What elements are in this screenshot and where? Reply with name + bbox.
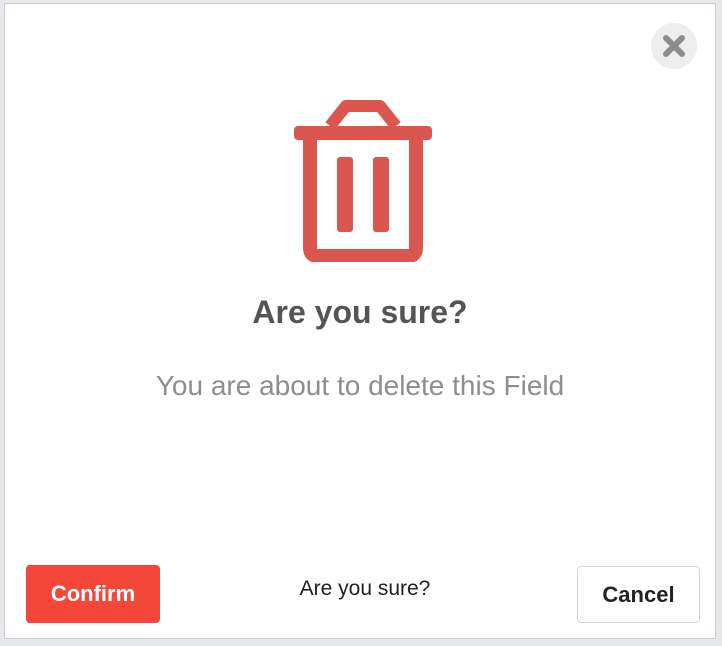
dialog-title: Are you sure? — [252, 294, 468, 330]
close-icon — [663, 35, 685, 57]
footer-text: Are you sure? — [299, 577, 431, 600]
dialog-message: You are about to delete this Field — [155, 370, 565, 401]
delete-confirmation-dialog: Are you sure? You are about to delete th… — [4, 3, 716, 639]
trash-icon — [292, 100, 434, 263]
confirm-button[interactable]: Confirm — [26, 565, 160, 623]
close-button[interactable] — [651, 23, 697, 69]
cancel-button[interactable]: Cancel — [577, 566, 700, 623]
